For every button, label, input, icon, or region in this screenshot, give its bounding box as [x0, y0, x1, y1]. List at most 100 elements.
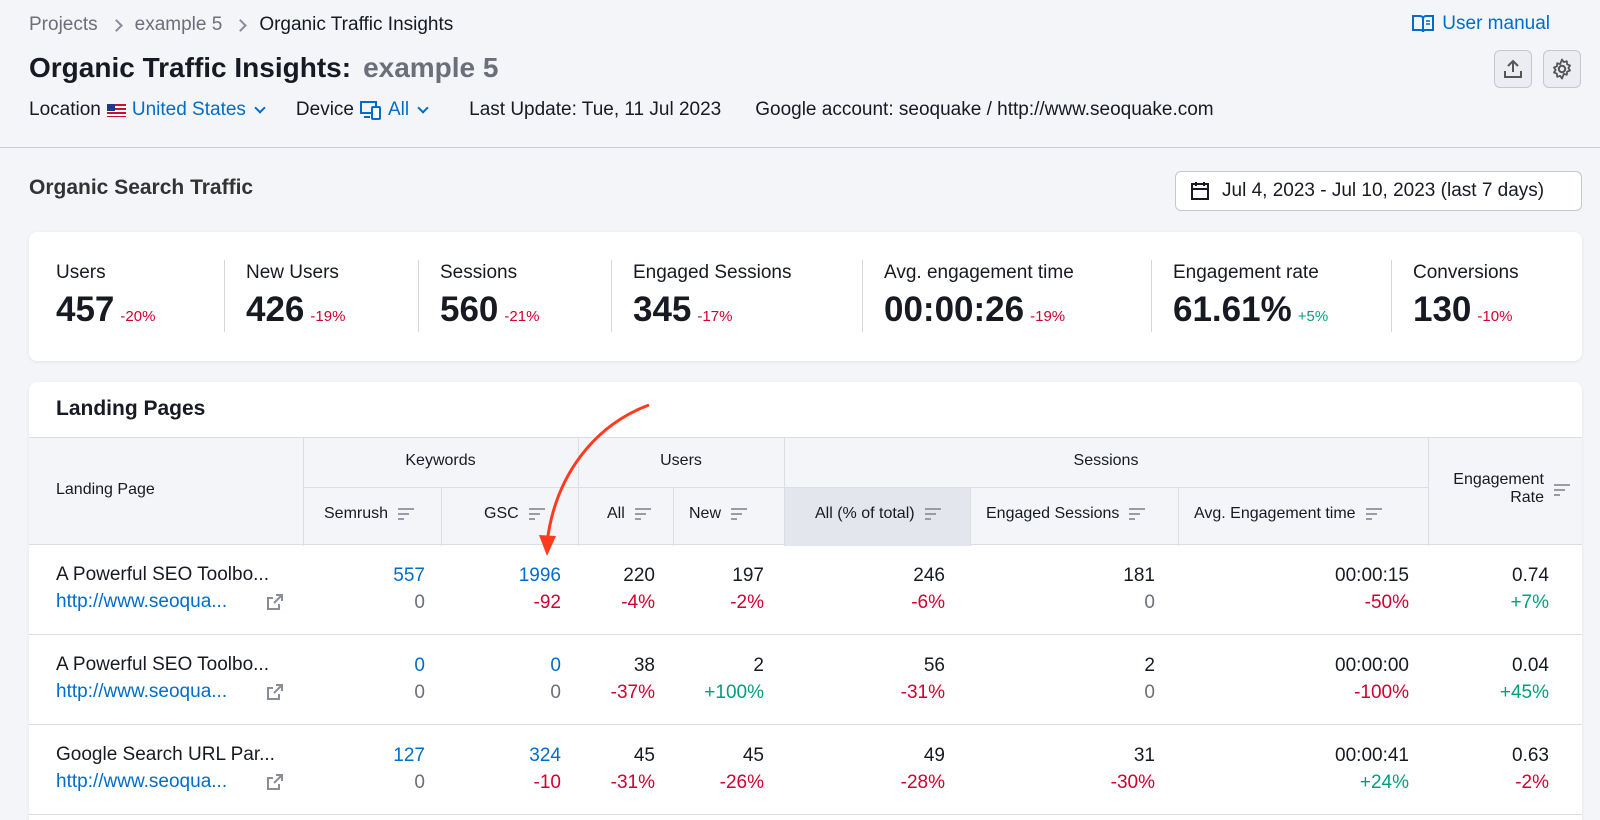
divider: [611, 260, 612, 332]
breadcrumb: Projects example 5 Organic Traffic Insig…: [29, 14, 453, 36]
sort-icon[interactable]: [634, 508, 651, 520]
col-avg-engagement-time[interactable]: Avg. Engagement time: [1194, 505, 1382, 523]
location-select[interactable]: United States: [132, 99, 246, 121]
col-sessions-all[interactable]: All (% of total): [815, 505, 941, 523]
stat-new-users: New Users 426 -19%: [246, 232, 345, 361]
breadcrumb-project[interactable]: example 5: [135, 14, 223, 36]
stat-change: -19%: [310, 308, 346, 325]
page-title-project: example 5: [363, 52, 499, 83]
google-account: Google account: seoquake / http://www.se…: [755, 99, 1214, 120]
calendar-icon: [1191, 182, 1209, 200]
cell-engagement-rate: 0.74 +7%: [1449, 565, 1549, 614]
cell-semrush: 127 0: [329, 745, 425, 794]
users-new-value: 45: [742, 745, 764, 766]
table-row: Google Search URL Par... http://www.seoq…: [29, 725, 1582, 815]
device-label: Device: [295, 99, 354, 120]
col-label: Avg. Engagement time: [1194, 505, 1356, 522]
col-gsc[interactable]: GSC: [484, 505, 545, 523]
sort-icon[interactable]: [731, 508, 748, 520]
stat-label: Engagement rate: [1173, 262, 1319, 283]
date-range-picker[interactable]: Jul 4, 2023 - Jul 10, 2023 (last 7 days): [1175, 171, 1582, 211]
col-engagement-rate[interactable]: Engagement Rate: [1434, 471, 1544, 507]
sort-icon[interactable]: [1129, 508, 1146, 520]
semrush-value[interactable]: 557: [329, 565, 425, 587]
sort-icon[interactable]: [398, 508, 415, 520]
location-label: Location: [29, 99, 101, 120]
col-label: GSC: [484, 505, 519, 522]
divider: [224, 260, 225, 332]
col-engagement-rate-line1: Engagement: [1453, 471, 1544, 488]
col-semrush[interactable]: Semrush: [324, 505, 415, 523]
gsc-value[interactable]: 324: [469, 745, 561, 767]
users-new-diff: +100%: [704, 682, 764, 703]
divider: [1178, 488, 1179, 546]
sessions-all-diff: -28%: [900, 772, 945, 793]
user-manual-link[interactable]: User manual: [1412, 13, 1550, 35]
avg-time-value: 00:00:41: [1335, 745, 1409, 766]
col-landing-page[interactable]: Landing Page: [56, 481, 155, 499]
divider: [441, 488, 442, 546]
users-new-value: 2: [753, 655, 764, 676]
table-row: A Powerful SEO Toolbo... http://www.seoq…: [29, 635, 1582, 725]
external-link-icon[interactable]: [266, 593, 284, 611]
external-link-icon[interactable]: [266, 773, 284, 791]
stat-label: Users: [56, 262, 106, 283]
engaged-value: 31: [1133, 745, 1155, 766]
breadcrumb-projects[interactable]: Projects: [29, 14, 98, 36]
landing-page-url[interactable]: http://www.seoqua...: [56, 591, 227, 613]
stat-value: 457: [56, 290, 115, 329]
landing-page-title: Google Search URL Par...: [56, 744, 275, 765]
col-label: All (% of total): [815, 505, 915, 522]
semrush-value[interactable]: 127: [329, 745, 425, 767]
cell-users-new: 2 +100%: [679, 655, 764, 704]
col-users-new[interactable]: New: [689, 505, 748, 523]
export-button[interactable]: [1494, 50, 1532, 88]
col-users-all[interactable]: All: [607, 505, 651, 523]
chevron-down-icon[interactable]: [417, 102, 429, 114]
engaged-diff: -30%: [1110, 772, 1155, 793]
users-new-value: 197: [732, 565, 764, 586]
cell-users-new: 197 -2%: [679, 565, 764, 614]
col-label: All: [607, 505, 625, 522]
eng-rate-value: 0.04: [1512, 655, 1549, 676]
chevron-right-icon: [109, 18, 123, 32]
gsc-value[interactable]: 0: [469, 655, 561, 677]
avg-time-diff: +24%: [1359, 772, 1409, 793]
engaged-value: 2: [1144, 655, 1155, 676]
col-engaged-sessions[interactable]: Engaged Sessions: [986, 505, 1146, 523]
cell-avg-engagement-time: 00:00:41 +24%: [1229, 745, 1409, 794]
sort-icon[interactable]: [528, 508, 545, 520]
engaged-value: 181: [1123, 565, 1155, 586]
sort-icon[interactable]: [1365, 508, 1382, 520]
col-label: Engaged Sessions: [986, 505, 1120, 522]
settings-button[interactable]: [1543, 50, 1581, 88]
gsc-diff: -10: [533, 772, 561, 793]
landing-page-url[interactable]: http://www.seoqua...: [56, 771, 227, 793]
sort-icon[interactable]: [924, 508, 941, 520]
device-select[interactable]: All: [388, 99, 409, 121]
chevron-down-icon[interactable]: [254, 102, 266, 114]
semrush-value[interactable]: 0: [329, 655, 425, 677]
report-meta: Location United States Device All Last U…: [29, 99, 1214, 121]
cell-engagement-rate: 0.63 -2%: [1449, 745, 1549, 794]
group-keywords: Keywords: [405, 452, 476, 469]
stat-change: -17%: [697, 308, 733, 325]
sort-icon[interactable]: [1554, 484, 1570, 496]
engaged-diff: 0: [1144, 592, 1155, 613]
breadcrumb-current: Organic Traffic Insights: [259, 14, 454, 35]
gsc-value[interactable]: 1996: [469, 565, 561, 587]
users-all-value: 38: [633, 655, 655, 676]
divider: [673, 488, 674, 546]
eng-rate-diff: +7%: [1510, 592, 1549, 613]
stat-change: -21%: [504, 308, 540, 325]
group-users: Users: [660, 452, 702, 469]
gsc-diff: -92: [533, 592, 561, 613]
external-link-icon[interactable]: [266, 683, 284, 701]
eng-rate-value: 0.74: [1512, 565, 1549, 586]
page-title-main: Organic Traffic Insights:: [29, 52, 352, 83]
semrush-diff: 0: [414, 772, 425, 793]
landing-page-url[interactable]: http://www.seoqua...: [56, 681, 227, 703]
users-all-diff: -4%: [621, 592, 655, 613]
divider: [970, 488, 971, 546]
cell-engagement-rate: 0.04 +45%: [1449, 655, 1549, 704]
